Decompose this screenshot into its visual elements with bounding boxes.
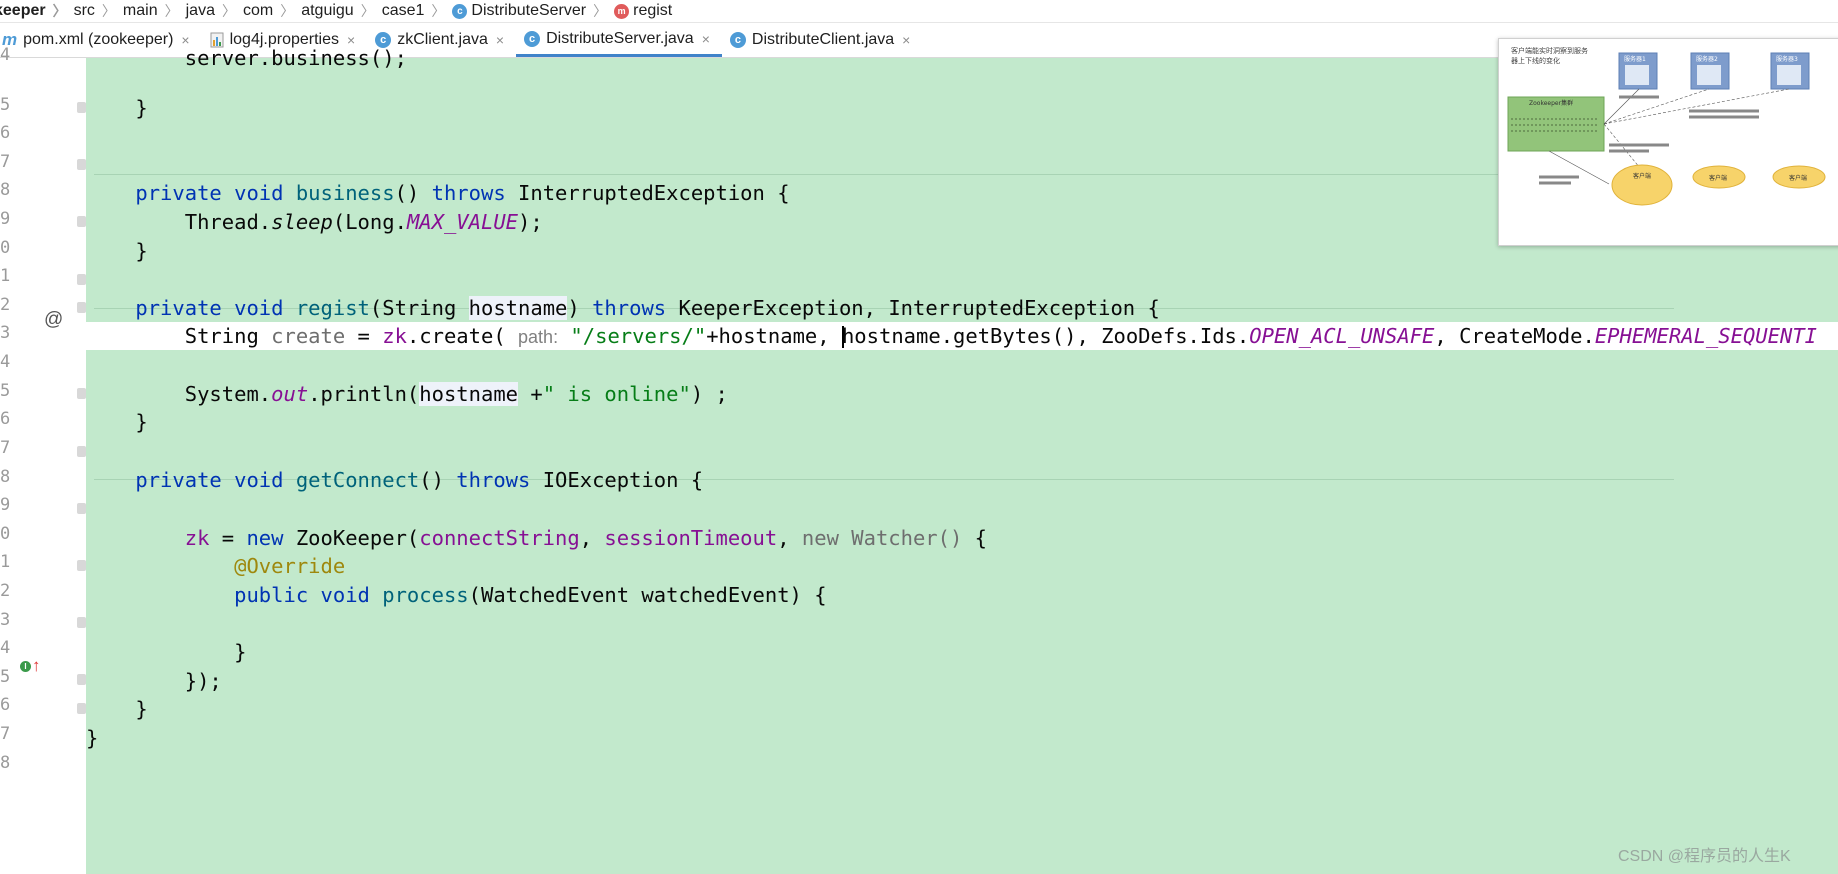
code-line: zk = new ZooKeeper(connectString, sessio…: [184, 526, 988, 550]
breadcrumb-item-project[interactable]: keeper〉: [0, 1, 74, 21]
code-line: }: [86, 726, 99, 750]
breadcrumb-item-case1[interactable]: case1 〉: [382, 1, 453, 21]
close-icon[interactable]: ×: [702, 31, 710, 47]
code-line: private void business() throws Interrupt…: [135, 181, 790, 205]
fold-marker[interactable]: [77, 674, 86, 685]
thumb-server-3: 服务器3: [1776, 55, 1798, 63]
fold-marker[interactable]: [77, 446, 86, 457]
line-number: 2: [0, 581, 11, 601]
fold-marker[interactable]: [77, 302, 86, 313]
fold-marker[interactable]: [77, 102, 86, 113]
thumb-title-line1: 客户端能实时洞察到服务: [1511, 46, 1588, 55]
breadcrumb-item-class[interactable]: c DistributeServer 〉: [452, 1, 614, 21]
method-separator: [94, 174, 1674, 175]
java-class-icon: c: [452, 3, 468, 19]
line-number: 9: [0, 495, 11, 515]
fold-marker[interactable]: [77, 216, 86, 227]
close-icon[interactable]: ×: [902, 32, 910, 48]
breadcrumb-item-method[interactable]: m regist: [614, 2, 672, 20]
thumb-server-1: 服务器1: [1624, 55, 1646, 63]
breadcrumb: keeper〉 src〉 main〉 java〉 com〉 atguigu〉 c…: [0, 0, 1838, 23]
code-line: }: [135, 697, 148, 721]
fold-marker[interactable]: [77, 388, 86, 399]
line-number: 6: [0, 409, 11, 429]
fold-marker[interactable]: [77, 503, 86, 514]
code-line: @Override: [234, 554, 346, 578]
code-line: }: [135, 410, 148, 434]
close-icon[interactable]: ×: [496, 32, 504, 48]
diagram-thumbnail: 客户端能实时洞察到服务 器上下线的变化 服务器1 服务器2 服务器3 Zooke…: [1498, 38, 1838, 246]
line-number: 7: [0, 724, 11, 744]
line-number: 1: [0, 552, 11, 572]
line-number: 7: [0, 152, 11, 172]
fold-marker[interactable]: [77, 274, 86, 285]
tab-label: zkClient.java: [397, 31, 488, 48]
tab-distributeclient-java[interactable]: c DistributeClient.java ×: [722, 23, 922, 57]
thumb-zk-cluster: Zookeeper集群: [1529, 99, 1573, 107]
code-line: System.out.println(hostname +" is online…: [184, 382, 728, 406]
code-line: Thread.sleep(Long.MAX_VALUE);: [184, 210, 543, 234]
code-line: }: [234, 640, 247, 664]
line-number: 6: [0, 695, 11, 715]
breadcrumb-item-com[interactable]: com 〉: [243, 1, 301, 21]
fold-marker[interactable]: [77, 617, 86, 628]
breadcrumb-item-atguigu[interactable]: atguigu 〉: [301, 1, 382, 21]
line-number: 6: [0, 123, 11, 143]
code-line: private void getConnect() throws IOExcep…: [135, 468, 704, 492]
thumb-client-1: 客户端: [1633, 172, 1651, 180]
implements-method-icon[interactable]: I ↑: [20, 656, 41, 676]
code-line: });: [184, 669, 222, 693]
line-number: 8: [0, 753, 11, 773]
code-line: }: [135, 239, 148, 263]
line-number: 5: [0, 95, 11, 115]
watermark: CSDN @程序员的人生K: [1618, 848, 1791, 865]
line-number: 0: [0, 238, 11, 258]
line-number: 4: [0, 638, 11, 658]
thumb-client-2: 客户端: [1709, 174, 1727, 182]
code-line: private void regist(String hostname) thr…: [135, 296, 1160, 320]
line-number: 7: [0, 438, 11, 458]
code-line: server.business();: [184, 46, 407, 70]
at-annotation-icon[interactable]: @: [44, 309, 63, 331]
breadcrumb-item-main[interactable]: main 〉: [123, 1, 186, 21]
line-number: 3: [0, 323, 11, 343]
tab-label: DistributeClient.java: [751, 31, 895, 48]
line-number: 4: [0, 352, 11, 372]
thumb-client-3: 客户端: [1789, 174, 1807, 182]
line-number: 8: [0, 180, 11, 200]
java-class-icon: c: [729, 32, 746, 48]
line-number-gutter[interactable]: 4 5 6 7 8 9 0 1 2 3 4 5 6 7 8 9 0 1 2 3 …: [0, 45, 86, 874]
line-number: 8: [0, 467, 11, 487]
line-number: 5: [0, 381, 11, 401]
code-line-current: String create = zk.create( path: "/serve…: [86, 322, 1838, 350]
java-class-icon: c: [524, 30, 541, 47]
fold-marker[interactable]: [77, 703, 86, 714]
line-number: 9: [0, 209, 11, 229]
breadcrumb-item-java[interactable]: java 〉: [186, 1, 243, 21]
thumb-server-2: 服务器2: [1696, 55, 1718, 63]
line-number: 4: [0, 45, 11, 65]
thumb-title-line2: 器上下线的变化: [1511, 56, 1560, 65]
line-number: 1: [0, 266, 11, 286]
line-number: 5: [0, 667, 11, 687]
tab-label: DistributeServer.java: [546, 29, 694, 47]
code-line: }: [135, 96, 148, 120]
method-icon: m: [614, 3, 630, 19]
line-number: 2: [0, 295, 11, 315]
breadcrumb-item-src[interactable]: src 〉: [74, 1, 123, 21]
fold-marker[interactable]: [77, 560, 86, 571]
line-number: 0: [0, 524, 11, 544]
line-number: 3: [0, 610, 11, 630]
tab-distributeserver-java[interactable]: c DistributeServer.java ×: [516, 23, 722, 57]
code-line: public void process(WatchedEvent watched…: [234, 583, 827, 607]
fold-marker[interactable]: [77, 159, 86, 170]
